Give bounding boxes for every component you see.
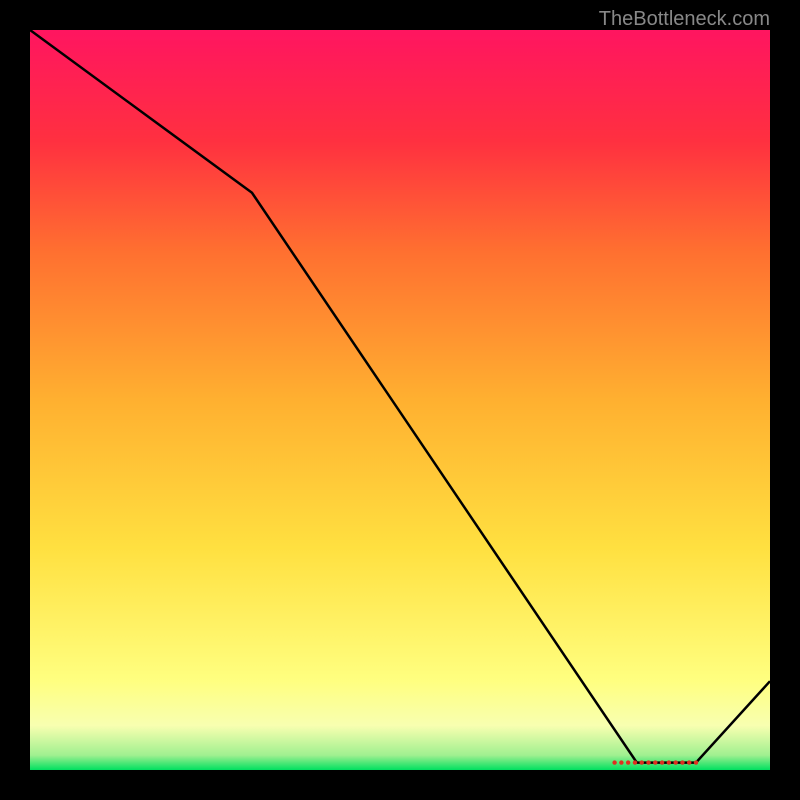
marker-dot xyxy=(694,760,698,764)
marker-dot xyxy=(646,760,650,764)
marker-dot xyxy=(612,760,616,764)
gradient-background xyxy=(30,30,770,770)
marker-dot xyxy=(680,760,684,764)
chart-svg xyxy=(30,30,770,770)
marker-dot xyxy=(667,760,671,764)
plot-area xyxy=(30,30,770,770)
marker-dot xyxy=(633,760,637,764)
chart-container: TheBottleneck.com xyxy=(0,0,800,800)
watermark-text: TheBottleneck.com xyxy=(599,8,770,31)
marker-dot xyxy=(626,760,630,764)
marker-dot xyxy=(660,760,664,764)
marker-dot xyxy=(653,760,657,764)
marker-dot xyxy=(673,760,677,764)
marker-dot xyxy=(640,760,644,764)
marker-dot xyxy=(687,760,691,764)
marker-dot xyxy=(619,760,623,764)
